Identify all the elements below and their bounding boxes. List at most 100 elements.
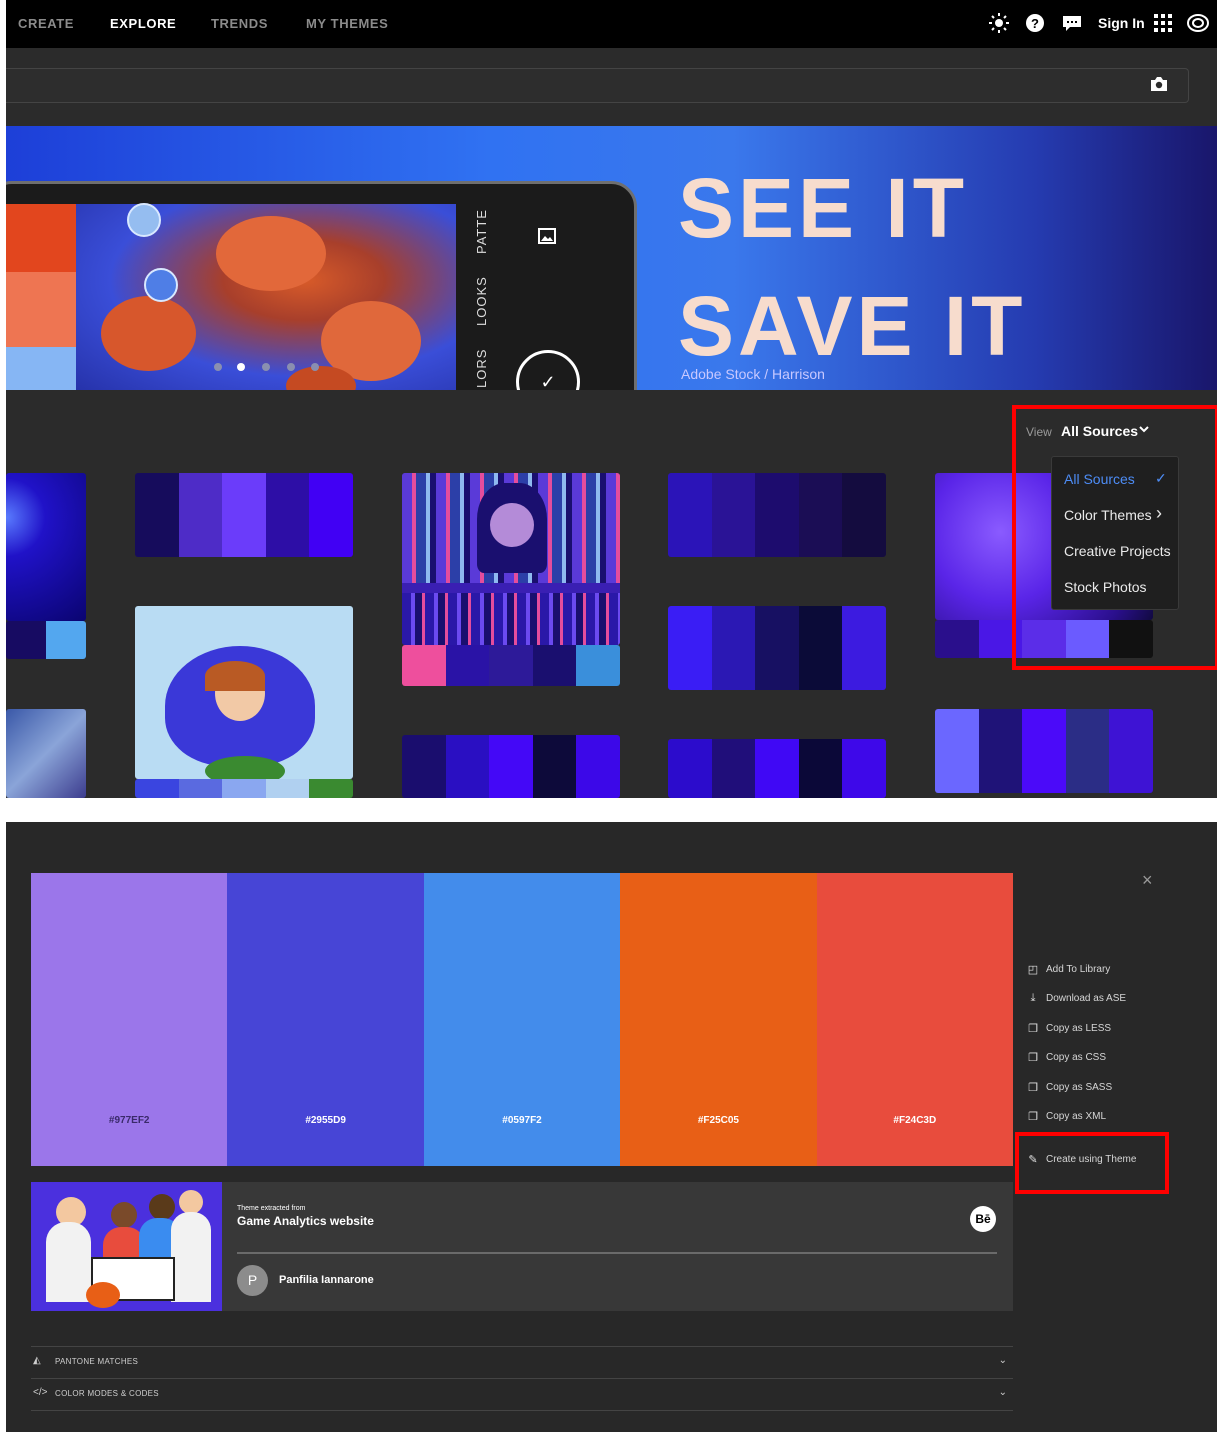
accordion-color-modes[interactable]: </> COLOR MODES & CODES ⌄: [31, 1378, 1013, 1411]
color-theme-tile[interactable]: [668, 739, 886, 798]
avatar[interactable]: P: [237, 1265, 268, 1296]
color-picker-circle: [127, 203, 161, 237]
coral-image[interactable]: [6, 709, 86, 798]
copy-less-button[interactable]: ❐ Copy as LESS: [1026, 1022, 1111, 1035]
jellyfish-image[interactable]: [6, 473, 86, 621]
color-picker-circle: [144, 268, 178, 302]
copy-css-button[interactable]: ❐ Copy as CSS: [1026, 1051, 1106, 1064]
palette-color: [532, 645, 577, 686]
hero-swatch: [6, 272, 76, 347]
apps-grid-icon[interactable]: [1152, 12, 1174, 34]
hero-title-line2: SAVE IT: [678, 279, 1027, 373]
jellyfish-palette[interactable]: [6, 621, 86, 659]
palette-color: [178, 473, 223, 557]
sign-in-link[interactable]: Sign In: [1098, 15, 1145, 31]
color-theme-tile[interactable]: [135, 473, 353, 557]
copy-icon: ❐: [1028, 1023, 1038, 1035]
flower-palette[interactable]: [135, 779, 353, 798]
palette-color: [755, 473, 799, 557]
palette-color: [402, 735, 446, 798]
palette-color: [135, 779, 179, 798]
extracted-from-label: Theme extracted from: [237, 1205, 306, 1212]
accordion-label: PANTONE MATCHES: [55, 1357, 139, 1366]
library-icon: ◰: [1027, 964, 1039, 976]
palette-color: [1065, 709, 1110, 793]
copy-icon: ❐: [1028, 1082, 1038, 1094]
photo-credit: Adobe Stock / Harrison: [681, 366, 825, 382]
tab-colors: LORS: [474, 348, 489, 388]
search-bar[interactable]: [6, 68, 1189, 103]
color-theme-tile[interactable]: [668, 473, 886, 557]
bookshelf-illustration[interactable]: [402, 473, 620, 645]
color-theme-tile[interactable]: [402, 735, 620, 798]
jellyfish-shape: [216, 216, 326, 291]
palette-color: [445, 735, 490, 798]
download-icon: ⤓: [1030, 992, 1036, 1004]
palette-color: [135, 473, 179, 557]
pager-dot: [262, 363, 270, 371]
hero-title-line1: SEE IT: [678, 161, 969, 255]
palette-color: [668, 739, 712, 798]
swatch-1[interactable]: #977EF2: [31, 873, 228, 1166]
author-name-link[interactable]: Panfilia Iannarone: [279, 1274, 374, 1286]
close-icon[interactable]: ×: [1142, 870, 1153, 891]
palette-color: [711, 473, 756, 557]
swatch-5[interactable]: #F24C3D: [816, 873, 1014, 1166]
color-theme-tile[interactable]: [935, 709, 1153, 793]
chevron-down-icon: ⌄: [998, 1355, 1007, 1366]
feedback-icon[interactable]: [1061, 12, 1083, 34]
nav-create[interactable]: CREATE: [18, 16, 74, 31]
hero-swatch: [6, 204, 76, 272]
chevron-down-icon: ⌄: [998, 1387, 1007, 1398]
source-thumbnail[interactable]: [31, 1182, 222, 1311]
nav-trends[interactable]: TRENDS: [211, 16, 268, 31]
palette-color: [755, 606, 799, 690]
pager-dot: [214, 363, 222, 371]
pager-dot: [287, 363, 295, 371]
add-to-library-button[interactable]: ◰ Add To Library: [1026, 963, 1111, 976]
palette-color: [309, 473, 353, 557]
camera-icon[interactable]: [1150, 76, 1168, 97]
swatch-3[interactable]: #0597F2: [423, 873, 621, 1166]
highlight-box: [1012, 405, 1217, 670]
jellyfish-shape: [101, 296, 196, 371]
palette-color: [1109, 709, 1153, 793]
brightness-icon[interactable]: [988, 12, 1010, 34]
accordion-pantone-matches[interactable]: ◭ PANTONE MATCHES ⌄: [31, 1346, 1013, 1378]
accordion-label: COLOR MODES & CODES: [55, 1389, 159, 1398]
action-label: Copy as SASS: [1046, 1082, 1113, 1093]
swatch-2[interactable]: #2955D9: [227, 873, 424, 1166]
palette-color: [178, 779, 223, 798]
theme-swatches: #977EF2 #2955D9 #0597F2 #F25C05 #F24C3D: [31, 873, 1014, 1166]
swatch-4[interactable]: #F25C05: [620, 873, 817, 1166]
color-theme-tile[interactable]: [668, 606, 886, 690]
flower-illustration[interactable]: [135, 606, 353, 779]
nav-explore[interactable]: EXPLORE: [110, 16, 176, 31]
creative-cloud-icon[interactable]: [1186, 12, 1209, 34]
palette-color: [798, 739, 843, 798]
behance-icon[interactable]: Bē: [970, 1206, 996, 1232]
source-title-link[interactable]: Game Analytics website: [237, 1214, 374, 1228]
pager-dot-active: [237, 363, 245, 371]
action-label: Copy as XML: [1046, 1111, 1107, 1122]
download-ase-button[interactable]: ⤓ Download as ASE: [1026, 992, 1127, 1005]
help-icon[interactable]: ?: [1024, 12, 1046, 34]
hero-banner: PATTE LOOKS LORS ✓ SEE IT SAVE IT Adobe …: [6, 126, 1217, 390]
swatch-hex: #2955D9: [305, 1115, 346, 1126]
action-label: Download as ASE: [1046, 993, 1127, 1004]
palette-color: [222, 473, 266, 557]
copy-sass-button[interactable]: ❐ Copy as SASS: [1026, 1081, 1112, 1094]
nav-my-themes[interactable]: MY THEMES: [306, 16, 388, 31]
hero-swatch: [6, 347, 76, 390]
palette-color: [576, 735, 620, 798]
palette-color: [265, 779, 310, 798]
highlight-box: [1015, 1132, 1169, 1194]
palette-color: [668, 606, 712, 690]
image-icon: [538, 228, 556, 249]
palette-color: [309, 779, 353, 798]
palette-color: [711, 739, 756, 798]
copy-xml-button[interactable]: ❐ Copy as XML: [1026, 1110, 1106, 1123]
theme-info-card: Theme extracted from Game Analytics webs…: [31, 1182, 1013, 1311]
palette-color: [489, 645, 533, 686]
bookshelf-palette[interactable]: [402, 645, 620, 686]
